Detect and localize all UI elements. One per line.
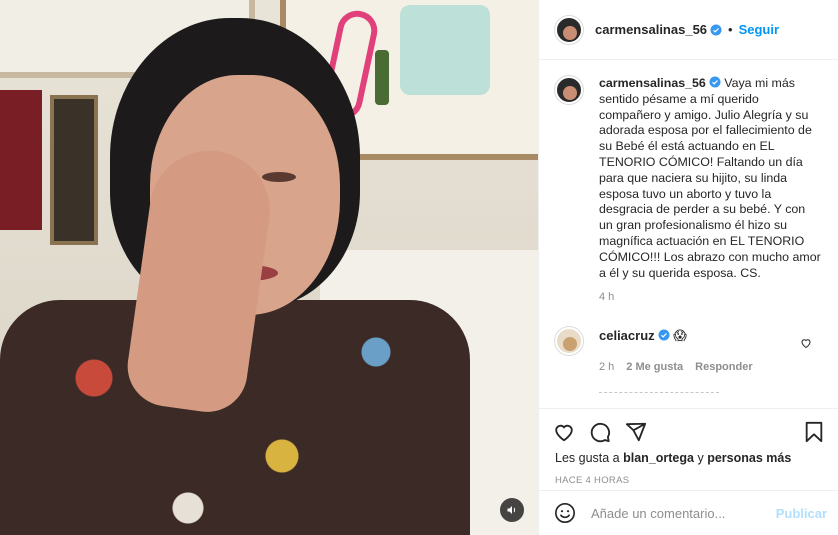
emoji-button[interactable] <box>553 501 577 525</box>
painting-detail <box>400 5 490 95</box>
avatar[interactable] <box>555 15 583 44</box>
comment-icon <box>590 423 611 443</box>
verified-badge-icon <box>709 76 721 88</box>
comment-meta: 2 h 2 Me gusta Responder <box>599 361 822 373</box>
verified-badge-icon <box>710 24 722 35</box>
comment-likes[interactable]: 2 Me gusta <box>626 361 683 373</box>
post-actions: Les gusta a blan_ortega y personas más H… <box>539 408 838 486</box>
caption-timestamp[interactable]: 4 h <box>599 291 822 303</box>
separator-dot: • <box>728 22 733 37</box>
add-comment-bar: Publicar <box>539 490 838 535</box>
caption-author[interactable]: carmensalinas_56 <box>599 76 706 90</box>
post-video[interactable] <box>0 0 538 535</box>
comment-button[interactable] <box>587 419 613 445</box>
likes-summary: Les gusta a blan_ortega y personas más <box>551 449 827 465</box>
wall-plaque <box>50 95 98 245</box>
caption-text: carmensalinas_56 Vaya mi más sentido pés… <box>599 76 822 281</box>
mute-toggle-button[interactable] <box>500 498 524 522</box>
comment-author[interactable]: celiacruz <box>599 328 655 343</box>
paper-plane-icon <box>625 422 647 442</box>
speaker-icon <box>507 506 516 514</box>
caption: carmensalinas_56 Vaya mi más sentido pés… <box>555 76 822 281</box>
post-sidebar: carmensalinas_56 • Seguir carmensalinas_… <box>538 0 838 535</box>
smiley-icon <box>555 503 575 523</box>
liker-username[interactable]: blan_ortega <box>623 451 694 465</box>
comment-text: celiacruz 😱 <box>599 327 687 345</box>
like-comment-icon[interactable] <box>800 337 812 349</box>
painting-detail <box>375 50 389 105</box>
person-eye <box>262 172 296 182</box>
comment-body: 😱 <box>673 328 687 344</box>
caption-body: Vaya mi más sentido pésame a mí querido … <box>599 76 821 280</box>
likes-prefix: Les gusta a <box>555 451 620 465</box>
comment-input[interactable] <box>591 505 776 521</box>
reply-button[interactable]: Responder <box>695 361 752 373</box>
avatar[interactable] <box>555 327 583 356</box>
share-button[interactable] <box>623 419 649 445</box>
like-button[interactable] <box>551 419 577 445</box>
other-likers-link[interactable]: personas más <box>707 451 791 465</box>
bookmark-icon <box>805 421 823 443</box>
comment-timestamp[interactable]: 2 h <box>599 361 614 373</box>
comments-list[interactable]: carmensalinas_56 Vaya mi más sentido pés… <box>539 60 838 400</box>
heart-icon <box>555 424 573 442</box>
follow-button[interactable]: Seguir <box>739 22 779 37</box>
save-button[interactable] <box>801 419 827 445</box>
wall-plaque <box>0 90 42 230</box>
comment-item: celiacruz 😱 <box>555 327 822 356</box>
next-comment-partial <box>599 387 719 394</box>
post-header: carmensalinas_56 • Seguir <box>539 0 838 60</box>
author-username[interactable]: carmensalinas_56 <box>595 22 707 37</box>
verified-badge-icon <box>658 329 670 341</box>
publish-button[interactable]: Publicar <box>776 506 827 521</box>
likes-conjunction: y <box>697 451 704 465</box>
post-timestamp[interactable]: HACE 4 HORAS <box>551 465 827 486</box>
avatar[interactable] <box>555 76 583 104</box>
